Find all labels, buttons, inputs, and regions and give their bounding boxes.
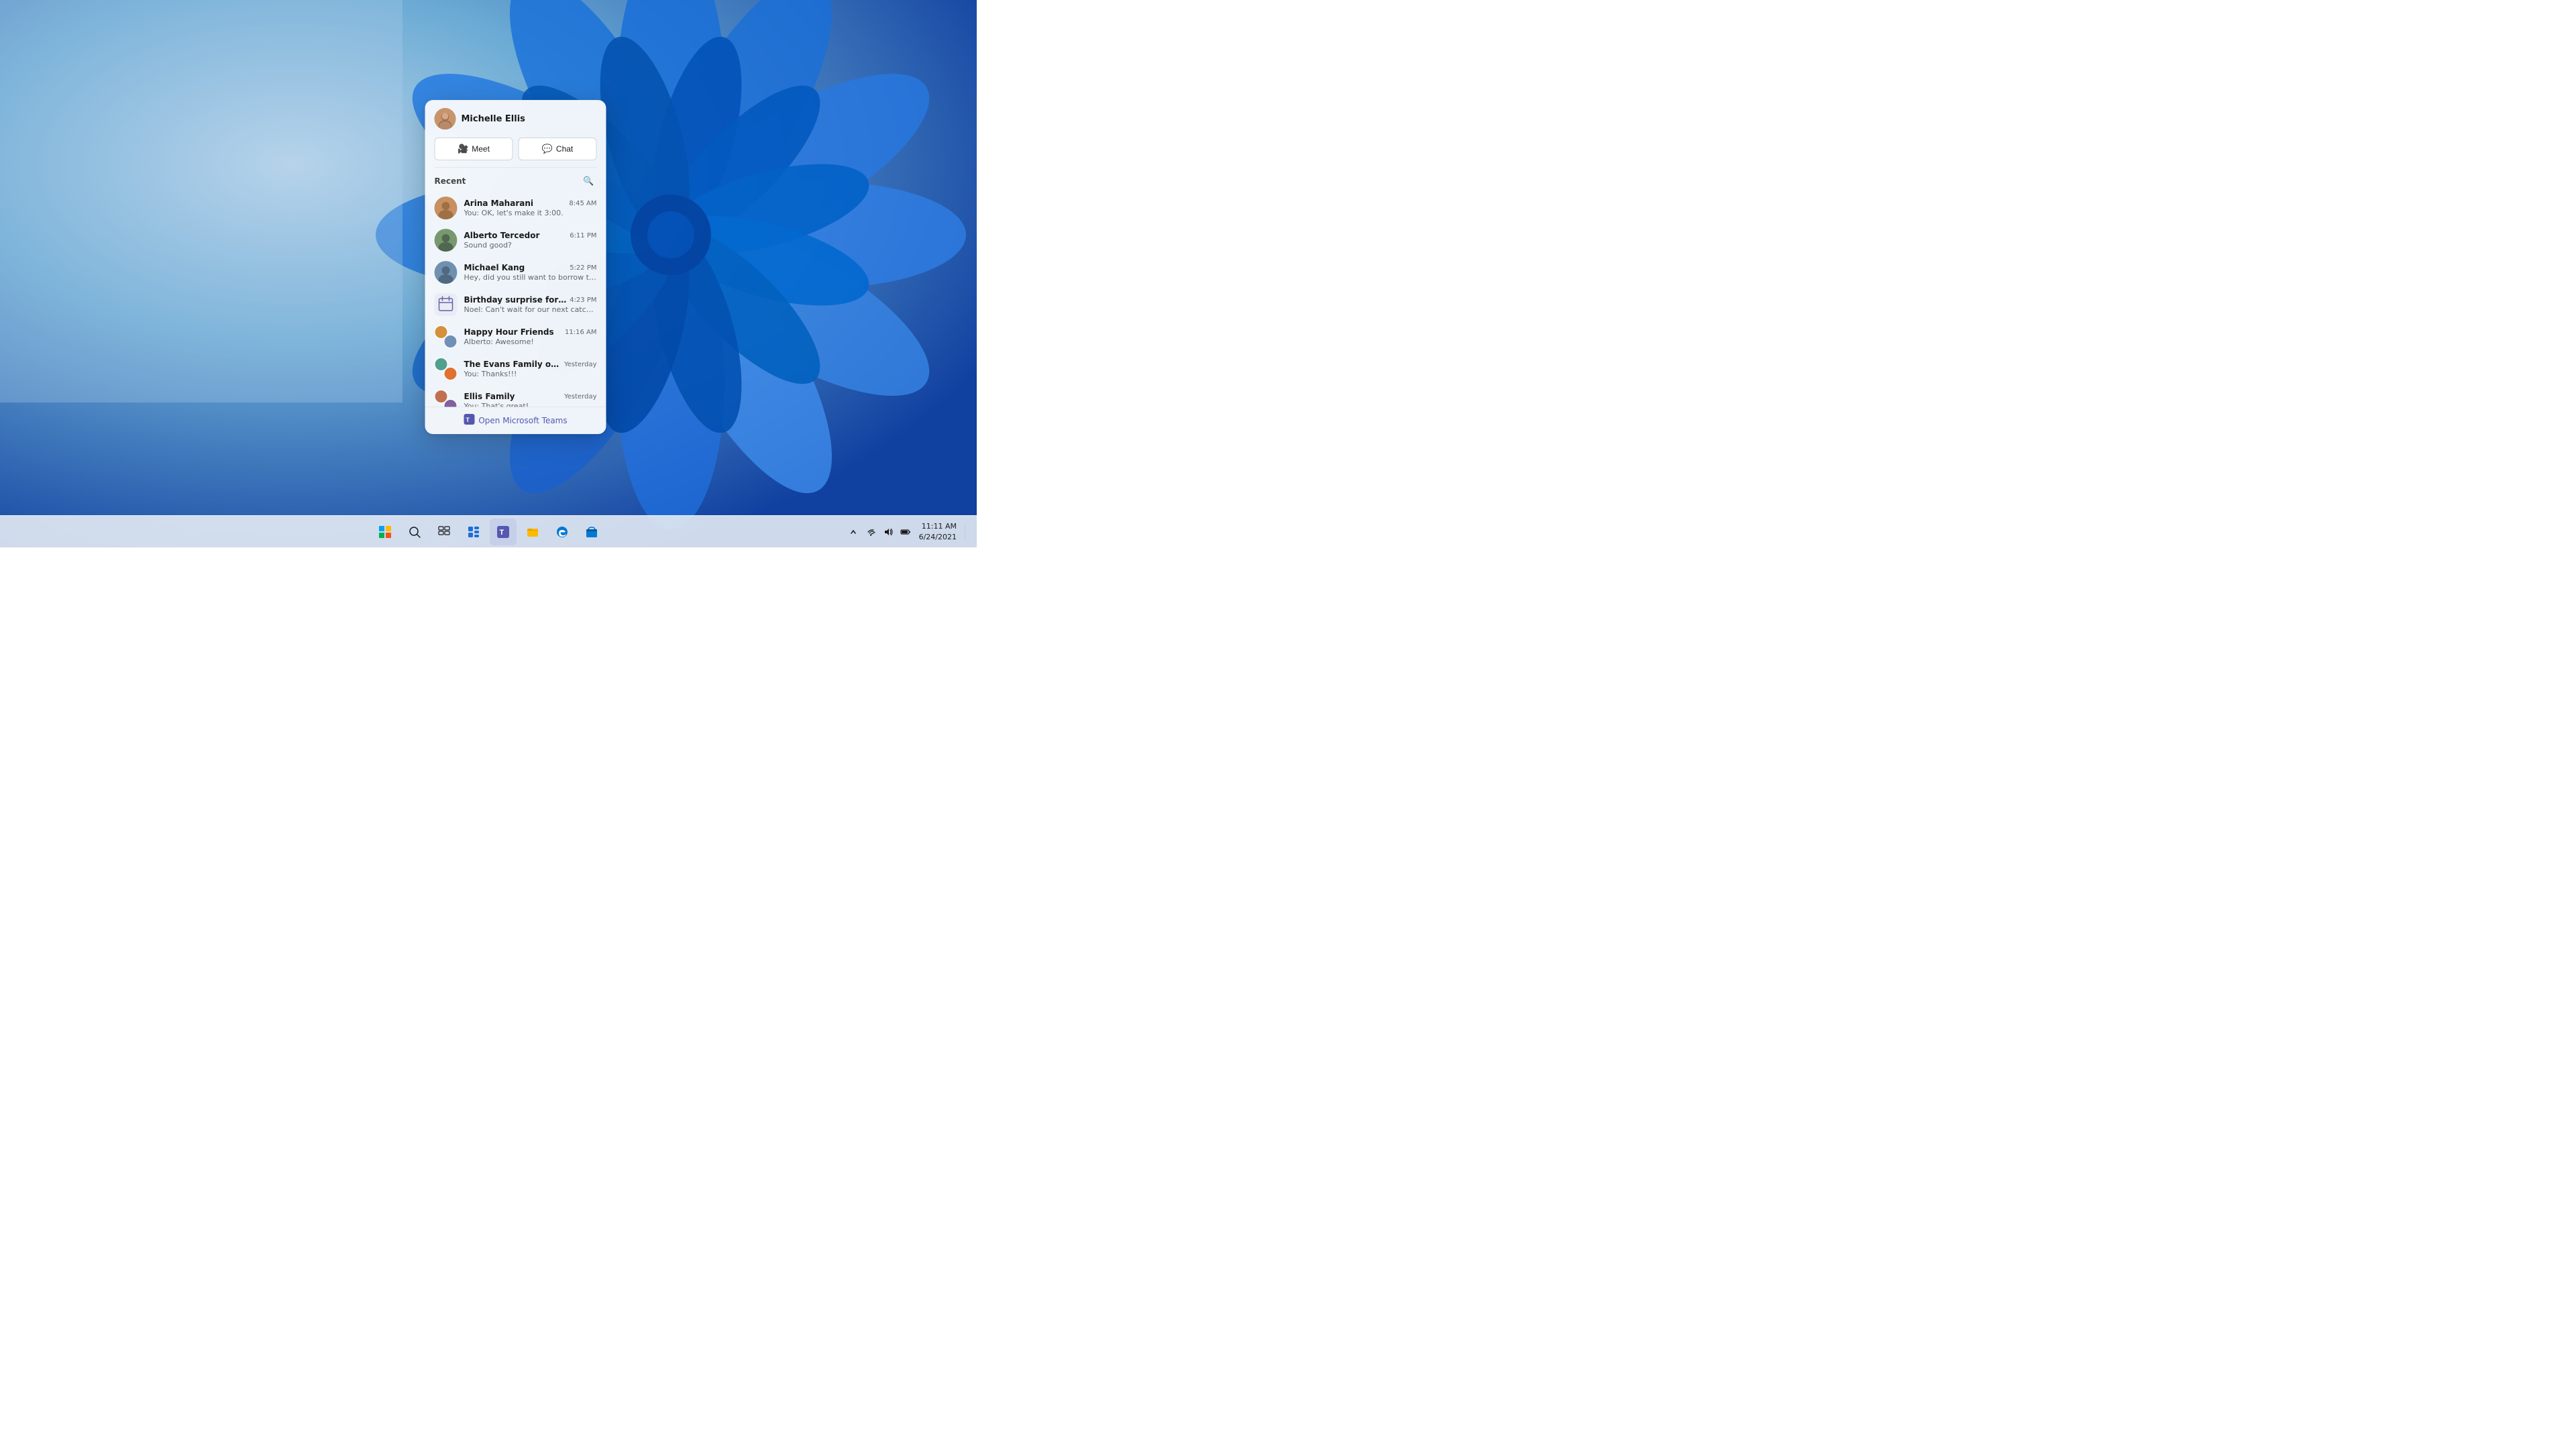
wifi-button[interactable] (863, 524, 879, 540)
chat-time-arina: 8:45 AM (569, 200, 596, 207)
store-icon (586, 526, 598, 538)
video-icon: 🎥 (458, 144, 468, 154)
system-tray (845, 524, 914, 540)
avatar-arina (435, 197, 458, 219)
popup-user-name: Michelle Ellis (462, 114, 525, 124)
svg-text:T: T (466, 417, 470, 423)
teams-taskbar-icon: T (497, 526, 509, 538)
chat-time-alberto: 6:11 PM (570, 232, 596, 239)
clock-time: 11:11 AM (919, 521, 957, 531)
show-desktop-button[interactable] (965, 524, 969, 540)
chat-preview-ellis: You: That's great! (464, 402, 597, 407)
chat-name-birthday: Birthday surprise for Mum (464, 295, 568, 305)
search-taskbar-icon (409, 526, 421, 538)
avatar-evans (435, 358, 458, 380)
open-teams-button[interactable]: T Open Microsoft Teams (425, 407, 606, 434)
meet-button[interactable]: 🎥 Meet (435, 138, 513, 160)
chat-name-ellis: Ellis Family (464, 392, 515, 401)
desktop: Michelle Ellis 🎥 Meet 💬 Chat Recent 🔍 (0, 0, 977, 547)
chat-item-evans[interactable]: The Evans Family of Supers Yesterday You… (425, 353, 606, 385)
chat-preview-alberto: Sound good? (464, 241, 597, 250)
chat-info-arina: Arina Maharani 8:45 AM You: OK, let's ma… (464, 199, 597, 217)
chat-time-ellis: Yesterday (564, 393, 597, 400)
chat-name-evans: The Evans Family of Supers (464, 360, 561, 369)
widgets-icon (468, 526, 480, 538)
avatar-happyhour (435, 325, 458, 348)
chat-time-evans: Yesterday (564, 361, 597, 368)
chat-info-happyhour: Happy Hour Friends 11:16 AM Alberto: Awe… (464, 327, 597, 346)
chat-info-alberto: Alberto Tercedor 6:11 PM Sound good? (464, 231, 597, 250)
chat-info-michael: Michael Kang 5:22 PM Hey, did you still … (464, 263, 597, 282)
chevron-up-icon (850, 529, 857, 535)
avatar-michael (435, 261, 458, 284)
battery-button[interactable] (898, 524, 914, 540)
svg-text:T: T (500, 529, 504, 537)
taskbar: T (0, 515, 977, 547)
store-button[interactable] (578, 519, 605, 545)
avatar-ellis (435, 390, 458, 407)
chat-icon: 💬 (542, 144, 553, 154)
chat-preview-birthday: Noel: Can't wait for our next catch up! (464, 305, 597, 314)
taskbar-right: 11:11 AM 6/24/2021 (845, 521, 969, 542)
chat-item-birthday[interactable]: Birthday surprise for Mum 4:23 PM Noel: … (425, 288, 606, 321)
task-view-button[interactable] (431, 519, 458, 545)
chat-item-michael[interactable]: Michael Kang 5:22 PM Hey, did you still … (425, 256, 606, 288)
teams-logo-icon: T (464, 414, 474, 427)
search-icon: 🔍 (583, 176, 594, 186)
taskbar-center: T (372, 519, 605, 545)
action-buttons: 🎥 Meet 💬 Chat (425, 135, 606, 167)
chat-info-ellis: Ellis Family Yesterday You: That's great… (464, 392, 597, 407)
tray-expand-button[interactable] (845, 524, 861, 540)
chat-preview-evans: You: Thanks!!! (464, 370, 597, 378)
chat-button[interactable]: 💬 Chat (519, 138, 597, 160)
chat-time-birthday: 4:23 PM (570, 297, 596, 304)
file-explorer-button[interactable] (519, 519, 546, 545)
avatar-birthday (435, 293, 458, 316)
system-clock[interactable]: 11:11 AM 6/24/2021 (919, 521, 957, 542)
start-button[interactable] (372, 519, 398, 545)
battery-icon (900, 527, 911, 537)
recent-header: Recent 🔍 (425, 168, 606, 192)
chat-info-birthday: Birthday surprise for Mum 4:23 PM Noel: … (464, 295, 597, 314)
edge-button[interactable] (549, 519, 576, 545)
speaker-icon (883, 527, 894, 537)
recent-label: Recent (435, 176, 466, 186)
chat-item-happyhour[interactable]: Happy Hour Friends 11:16 AM Alberto: Awe… (425, 321, 606, 353)
meet-label: Meet (472, 144, 490, 154)
chat-item-arina[interactable]: Arina Maharani 8:45 AM You: OK, let's ma… (425, 192, 606, 224)
chat-info-evans: The Evans Family of Supers Yesterday You… (464, 360, 597, 378)
task-view-icon (438, 526, 450, 538)
widgets-button[interactable] (460, 519, 487, 545)
chat-time-michael: 5:22 PM (570, 264, 596, 272)
search-taskbar-button[interactable] (401, 519, 428, 545)
teams-taskbar-button[interactable]: T (490, 519, 517, 545)
chat-name-happyhour: Happy Hour Friends (464, 327, 554, 337)
file-explorer-icon (527, 526, 539, 538)
chat-label: Chat (556, 144, 573, 154)
clock-date: 6/24/2021 (919, 532, 957, 542)
chat-name-arina: Arina Maharani (464, 199, 534, 208)
avatar-alberto (435, 229, 458, 252)
chat-item-alberto[interactable]: Alberto Tercedor 6:11 PM Sound good? (425, 224, 606, 256)
edge-icon (556, 526, 568, 538)
user-avatar (435, 108, 456, 129)
speaker-button[interactable] (880, 524, 896, 540)
search-icon-button[interactable]: 🔍 (581, 173, 597, 189)
chat-item-ellis[interactable]: Ellis Family Yesterday You: That's great… (425, 385, 606, 407)
chat-popup: Michelle Ellis 🎥 Meet 💬 Chat Recent 🔍 (425, 100, 606, 434)
chat-preview-michael: Hey, did you still want to borrow the no… (464, 273, 597, 282)
wifi-icon (865, 527, 876, 537)
chat-name-alberto: Alberto Tercedor (464, 231, 540, 240)
chat-list: Arina Maharani 8:45 AM You: OK, let's ma… (425, 192, 606, 407)
popup-header: Michelle Ellis (425, 100, 606, 135)
windows-logo-icon (379, 526, 391, 538)
chat-preview-arina: You: OK, let's make it 3:00. (464, 209, 597, 217)
chat-time-happyhour: 11:16 AM (565, 329, 596, 336)
chat-name-michael: Michael Kang (464, 263, 525, 272)
open-teams-label: Open Microsoft Teams (478, 416, 567, 425)
chat-preview-happyhour: Alberto: Awesome! (464, 337, 597, 346)
